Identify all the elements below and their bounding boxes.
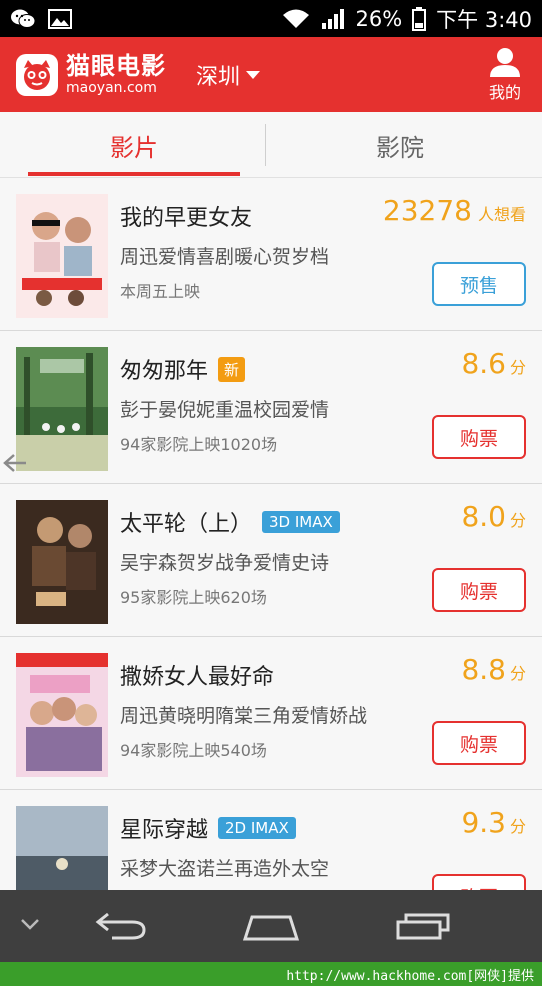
score-unit: 分 — [509, 511, 526, 530]
movie-score: 8.8 分 — [461, 653, 526, 686]
movie-score: 8.6 分 — [461, 347, 526, 380]
wish-count-value: 23278 — [382, 194, 472, 227]
movie-description: 彭于晏倪妮重温校园爱情 — [120, 399, 330, 421]
movie-item[interactable]: 撒娇女人最好命 8.8 分 周迅黄晓明隋棠三角爱情娇战 94家影院上映540场 … — [0, 637, 542, 790]
city-label: 深圳 — [196, 64, 241, 90]
side-back-arrow-icon[interactable] — [2, 452, 28, 474]
movie-title: 匆匆那年 — [120, 359, 209, 384]
movie-showtimes: 95家影院上映620场 — [120, 588, 267, 607]
movie-poster — [16, 653, 108, 777]
movie-showtimes: 94家影院上映1020场 — [120, 435, 278, 454]
movie-item[interactable]: 匆匆那年 新 8.6 分 彭于晏倪妮重温校园爱情 94家影院上映1020场 购票 — [0, 331, 542, 484]
movie-item[interactable]: 太平轮（上） 3D IMAX 8.0 分 吴宇森贺岁战争爱情史诗 95家影院上映… — [0, 484, 542, 637]
movie-title-row: 我的早更女友 — [120, 200, 252, 232]
movie-title-row: 撒娇女人最好命 — [120, 659, 274, 691]
buy-ticket-button[interactable]: 购票 — [432, 874, 526, 890]
movie-title: 太平轮（上） — [120, 512, 253, 537]
movie-list[interactable]: 我的早更女友 23278 人想看 周迅爱情喜剧暖心贺岁档 本周五上映 预售 匆匆… — [0, 178, 542, 890]
buy-ticket-button[interactable]: 购票 — [432, 415, 526, 459]
movie-title-row: 星际穿越 2D IMAX — [120, 812, 296, 844]
city-selector[interactable]: 深圳 — [196, 59, 261, 91]
battery-percent: 26% — [355, 6, 403, 31]
movie-description: 周迅爱情喜剧暖心贺岁档 — [120, 246, 330, 268]
tab-cinemas[interactable]: 影院 — [270, 112, 530, 178]
wifi-icon — [281, 8, 311, 30]
score-value: 9.3 — [461, 806, 506, 839]
movie-item[interactable]: 我的早更女友 23278 人想看 周迅爱情喜剧暖心贺岁档 本周五上映 预售 — [0, 178, 542, 331]
tab-divider — [265, 124, 266, 166]
logo-chinese: 猫眼电影 — [66, 52, 166, 80]
maoyan-logo-icon — [16, 53, 58, 96]
movie-description: 采梦大盗诺兰再造外太空 — [120, 858, 330, 880]
score-value: 8.0 — [461, 500, 506, 533]
chevron-down-icon[interactable] — [18, 914, 42, 938]
movie-title-row: 匆匆那年 新 — [120, 353, 246, 385]
score-unit: 分 — [509, 664, 526, 683]
score-value: 8.8 — [461, 653, 506, 686]
format-badge: 3D IMAX — [262, 511, 340, 533]
logo-text: 猫眼电影 maoyan.com — [66, 54, 166, 95]
score-unit: 分 — [509, 358, 526, 377]
system-nav-bar — [0, 890, 542, 962]
movie-score: 8.0 分 — [461, 500, 526, 533]
movie-title: 我的早更女友 — [120, 206, 253, 231]
movie-title-row: 太平轮（上） 3D IMAX — [120, 506, 340, 538]
wish-count-label: 人想看 — [477, 205, 526, 224]
new-badge: 新 — [218, 356, 246, 382]
format-badge: 2D IMAX — [218, 817, 296, 839]
movie-description: 吴宇森贺岁战争爱情史诗 — [120, 552, 330, 574]
watermark-text: http://www.hackhome.com[网侠]提供 — [286, 968, 534, 984]
status-bar: 26% 下午 3:40 — [0, 0, 542, 37]
tab-movies[interactable]: 影片 — [28, 112, 240, 178]
my-account-label: 我的 — [488, 83, 521, 102]
movie-score: 9.3 分 — [461, 806, 526, 839]
movie-poster — [16, 194, 108, 318]
chevron-down-icon — [246, 70, 261, 79]
movie-item[interactable]: 星际穿越 2D IMAX 9.3 分 采梦大盗诺兰再造外太空 购票 — [0, 790, 542, 890]
presale-button[interactable]: 预售 — [432, 262, 526, 306]
movie-title: 星际穿越 — [120, 818, 209, 843]
my-account-button[interactable]: 我的 — [488, 47, 522, 103]
wish-count: 23278 人想看 — [383, 194, 526, 227]
active-tab-indicator — [28, 172, 240, 176]
watermark-footer: http://www.hackhome.com[网侠]提供 — [0, 962, 542, 986]
signal-icon — [321, 8, 345, 30]
movie-poster — [16, 806, 108, 890]
home-icon[interactable] — [242, 912, 300, 946]
battery-icon — [412, 6, 427, 31]
score-value: 8.6 — [461, 347, 506, 380]
recent-apps-icon[interactable] — [394, 910, 452, 946]
buy-ticket-button[interactable]: 购票 — [432, 721, 526, 765]
buy-ticket-button[interactable]: 购票 — [432, 568, 526, 612]
back-icon[interactable] — [92, 910, 148, 946]
user-icon — [490, 48, 520, 77]
movie-release-info: 本周五上映 — [120, 282, 201, 301]
movie-description: 周迅黄晓明隋棠三角爱情娇战 — [120, 705, 368, 727]
score-unit: 分 — [509, 817, 526, 836]
movie-title: 撒娇女人最好命 — [120, 665, 275, 690]
movie-poster — [16, 347, 108, 471]
movie-showtimes: 94家影院上映540场 — [120, 741, 267, 760]
gallery-icon — [48, 8, 72, 30]
movie-poster — [16, 500, 108, 624]
tab-bar: 影片 影院 — [0, 112, 542, 178]
logo-domain: maoyan.com — [66, 80, 157, 96]
app-header: 猫眼电影 maoyan.com 深圳 我的 — [0, 37, 542, 112]
wechat-icon — [10, 8, 36, 30]
clock: 下午 3:40 — [436, 7, 532, 32]
